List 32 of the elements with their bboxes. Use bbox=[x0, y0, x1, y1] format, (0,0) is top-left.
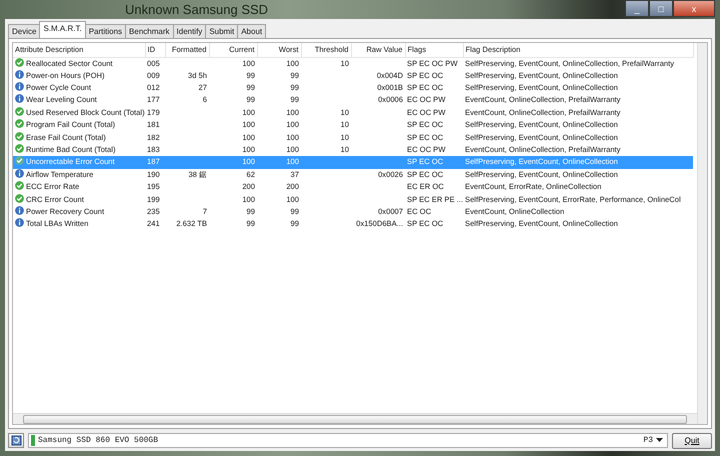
check-icon bbox=[15, 106, 24, 116]
minimize-button[interactable]: _ bbox=[625, 0, 649, 17]
horizontal-scrollbar[interactable] bbox=[13, 413, 697, 424]
check-icon bbox=[15, 58, 24, 66]
close-button[interactable]: x bbox=[673, 0, 715, 17]
check-icon bbox=[15, 132, 24, 141]
info-icon bbox=[15, 218, 24, 228]
info-icon bbox=[15, 94, 24, 104]
tab[interactable]: About bbox=[237, 24, 266, 38]
quit-button[interactable]: Quit bbox=[672, 432, 712, 448]
info-icon bbox=[15, 82, 24, 92]
tab[interactable]: Benchmark bbox=[125, 24, 174, 38]
dropdown-caret-icon bbox=[656, 438, 663, 443]
drive-name: Samsung SSD 860 EVO 500GB bbox=[38, 434, 158, 446]
refresh-button[interactable] bbox=[8, 433, 24, 448]
check-icon bbox=[15, 119, 24, 128]
info-icon bbox=[15, 70, 24, 79]
info-icon bbox=[15, 168, 24, 178]
tab[interactable]: Identify bbox=[172, 24, 206, 38]
port-label: P3 bbox=[643, 434, 653, 446]
check-icon bbox=[15, 144, 24, 154]
vertical-scrollbar[interactable] bbox=[697, 43, 707, 424]
check-icon bbox=[15, 181, 24, 190]
tab[interactable]: S.M.A.R.T. bbox=[39, 21, 86, 38]
drive-selector[interactable]: Samsung SSD 860 EVO 500GB P3 bbox=[28, 433, 668, 448]
tab[interactable]: Submit bbox=[205, 24, 238, 38]
tab[interactable]: Device bbox=[8, 24, 40, 38]
info-icon bbox=[15, 206, 24, 215]
window-title: Unknown Samsung SSD bbox=[125, 0, 268, 19]
check-icon bbox=[15, 194, 24, 203]
tab[interactable]: Partitions bbox=[84, 24, 126, 38]
check-icon bbox=[15, 156, 24, 166]
